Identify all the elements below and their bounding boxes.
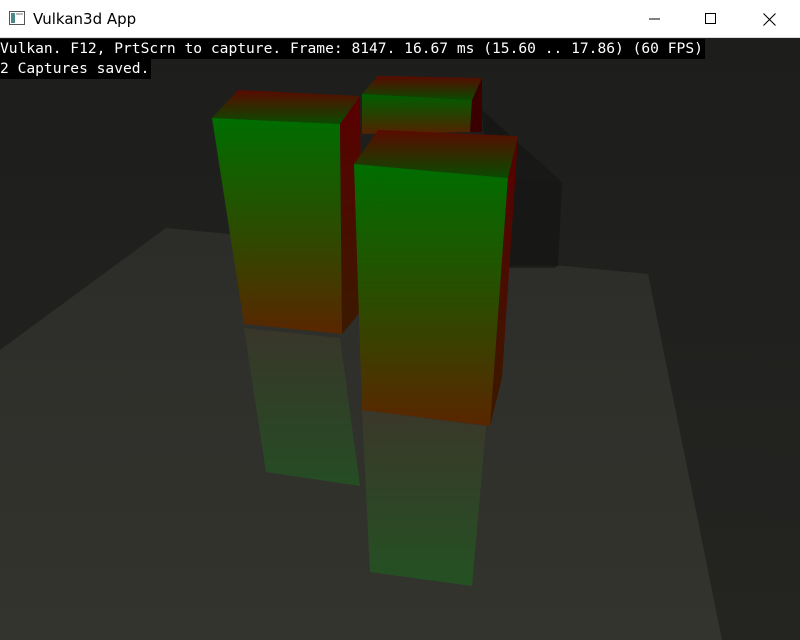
status-overlay-line: Vulkan. F12, PrtScrn to capture. Frame: … [0, 39, 705, 59]
shadow-block [508, 178, 562, 266]
front-box-front [354, 164, 508, 426]
app-window: Vulkan3d App Vulkan. F12, PrtScrn to cap… [0, 0, 800, 640]
maximize-button[interactable] [682, 0, 740, 38]
minimize-button[interactable] [626, 0, 684, 38]
close-icon [762, 12, 776, 26]
window-title: Vulkan3d App [33, 10, 137, 28]
left-box-top [212, 90, 360, 124]
title-bar[interactable]: Vulkan3d App [0, 0, 800, 38]
3d-scene [0, 38, 800, 640]
render-viewport[interactable]: Vulkan. F12, PrtScrn to capture. Frame: … [0, 38, 800, 640]
reflection-right-box [362, 410, 486, 586]
minimize-icon [649, 18, 660, 20]
maximize-icon [705, 13, 716, 24]
close-button[interactable] [740, 0, 798, 38]
app-window-icon [9, 11, 25, 25]
back-box-front [362, 94, 472, 134]
captures-overlay-line: 2 Captures saved. [0, 59, 152, 79]
